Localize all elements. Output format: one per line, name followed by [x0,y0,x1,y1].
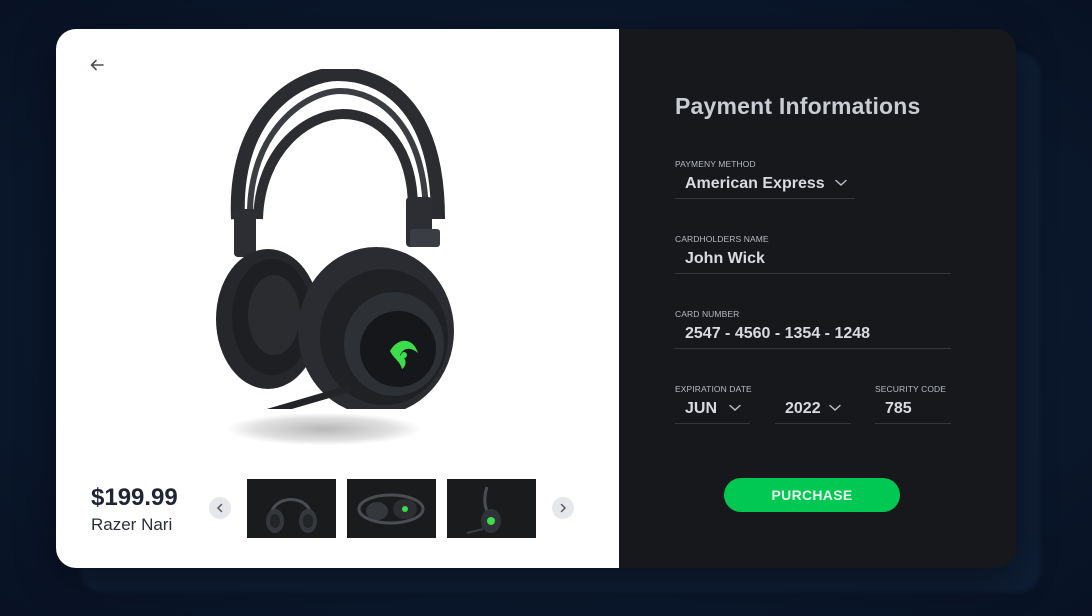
product-name: Razer Nari [91,515,173,534]
thumbnail-headset-front[interactable] [247,479,336,538]
cardholder-name-field[interactable]: John Wick [675,246,951,274]
chevron-down-icon [835,179,847,187]
expiration-month-select[interactable]: JUN [675,396,750,424]
payment-method-select[interactable]: American Express [675,171,855,199]
expiration-month-value: JUN [685,400,718,417]
payment-title: Payment Informations [675,93,921,119]
next-thumbnail-button[interactable] [552,497,574,519]
chevron-down-icon [829,404,841,412]
payment-method-label: PAYMENY METHOD [675,159,756,169]
security-code-field[interactable]: 785 [875,396,951,424]
previous-thumbnail-button[interactable] [209,497,231,519]
chevron-right-icon [560,503,567,513]
product-panel: $199.99 Razer Nari [56,29,619,568]
checkout-card: $199.99 Razer Nari Payment Informations … [56,29,1016,568]
thumbnail-headset-flat[interactable] [347,479,436,538]
cardholder-name-label: CARDHOLDERS NAME [675,234,769,244]
purchase-button[interactable]: PURCHASE [724,478,900,512]
payment-panel: Payment Informations PAYMENY METHOD Amer… [619,29,1016,568]
product-shadow [228,413,420,445]
expiration-year-value: 2022 [785,400,821,417]
chevron-down-icon [729,404,741,412]
security-code-label: SECURITY CODE [875,384,947,394]
payment-method-value: American Express [685,175,825,192]
expiration-year-select[interactable]: 2022 [775,396,851,424]
thumbnail-headset-side[interactable] [447,479,536,538]
card-number-field[interactable]: 2547 - 4560 - 1354 - 1248 [675,321,951,349]
expiration-date-label: EXPIRATION DATE [675,384,752,394]
card-number-label: CARD NUMBER [675,309,740,319]
headset-image [208,66,468,427]
back-arrow-icon[interactable] [88,56,106,74]
chevron-left-icon [216,503,223,513]
product-price: $199.99 [91,484,178,511]
